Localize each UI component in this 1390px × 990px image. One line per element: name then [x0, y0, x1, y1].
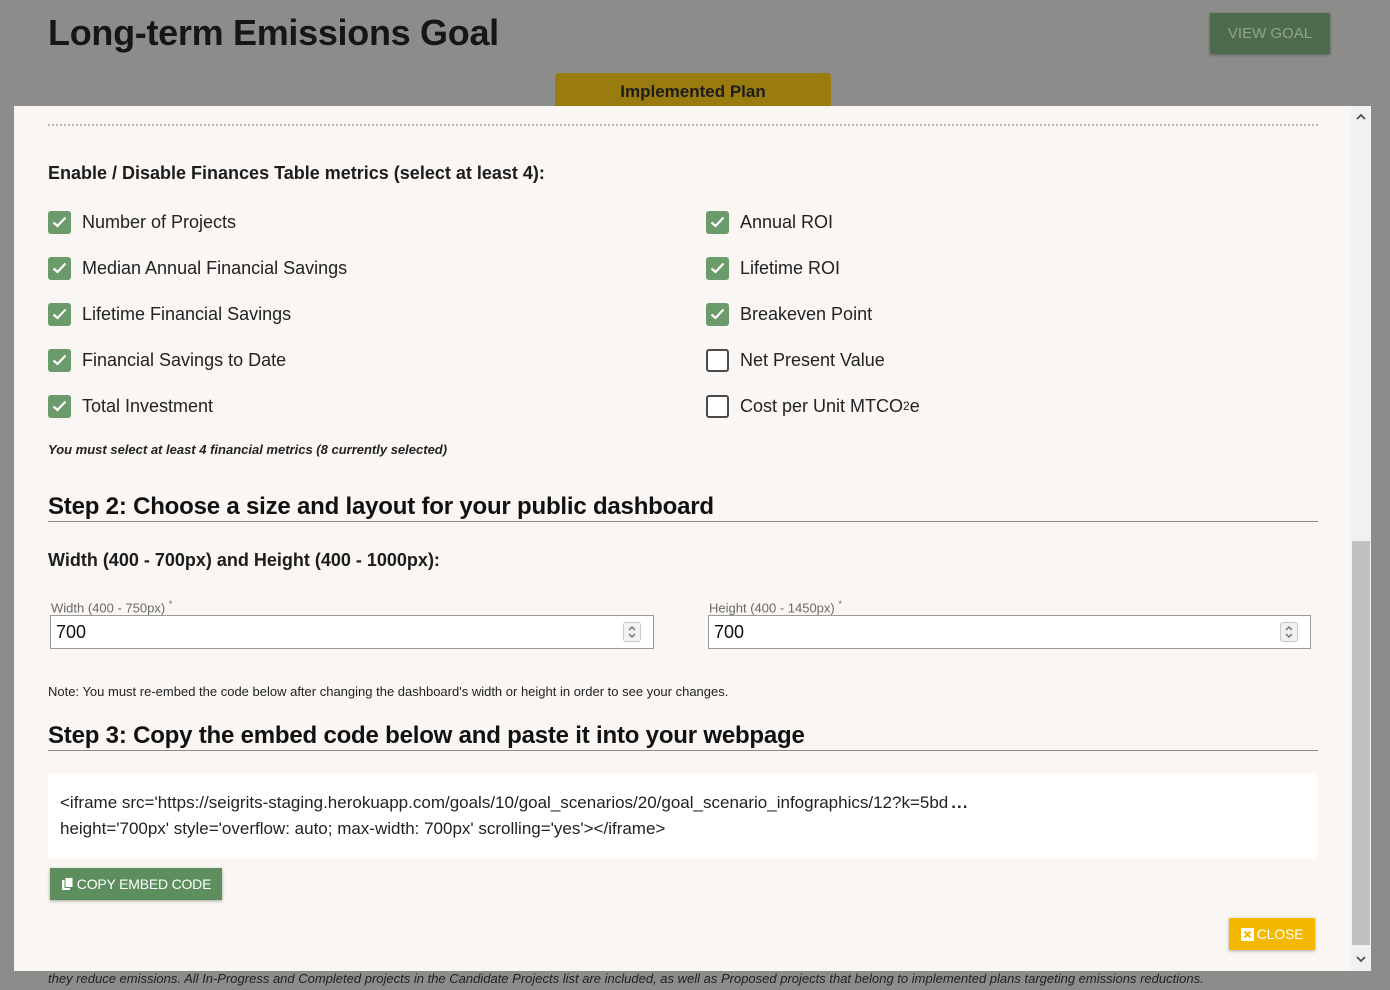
metric-label: Total Investment	[82, 395, 214, 416]
chevron-up-icon[interactable]	[1356, 113, 1366, 120]
embed-code-ellipsis: ...	[951, 793, 969, 812]
metric-label: Annual ROI	[740, 211, 834, 232]
chevron-down-icon[interactable]	[1356, 955, 1366, 963]
step2-heading: Step 2: Choose a size and layout for you…	[48, 493, 1318, 522]
embed-code-line-2: height='700px' style='overflow: auto; ma…	[60, 819, 666, 838]
metric-checkbox-item[interactable]: Lifetime Financial Savings	[48, 302, 291, 326]
scroll-up-arrow[interactable]	[1351, 108, 1371, 124]
check-icon	[52, 308, 67, 320]
metric-label: Breakeven Point	[740, 303, 873, 324]
embed-code-line-1: <iframe src='https://seigrits-staging.he…	[60, 790, 1306, 816]
checkbox[interactable]	[48, 348, 71, 372]
metric-label: Financial Savings to Date	[82, 349, 287, 370]
check-icon	[52, 354, 67, 366]
width-value: 700	[56, 621, 87, 642]
dotted-divider	[48, 124, 1318, 126]
metric-label-subscript: 2	[903, 399, 910, 413]
check-icon	[710, 308, 725, 320]
height-required-mark: *	[838, 599, 842, 609]
metric-label: Cost per Unit MTCO	[740, 395, 904, 416]
page-title: Long-term Emissions Goal	[48, 12, 499, 53]
metric-checkbox-item[interactable]: Cost per Unit MTCO 2 e	[706, 394, 920, 418]
metric-label: Net Present Value	[740, 349, 885, 370]
chevron-up-icon[interactable]	[1285, 626, 1293, 631]
close-button[interactable]: CLOSE	[1229, 918, 1315, 950]
copy-embed-code-button[interactable]: COPY EMBED CODE	[50, 868, 222, 900]
metrics-hint: You must select at least 4 financial met…	[48, 442, 448, 457]
chevron-up-icon[interactable]	[628, 626, 636, 631]
metric-checkbox-item[interactable]: Net Present Value	[706, 348, 885, 372]
scroll-thumb[interactable]	[1352, 541, 1370, 945]
check-icon	[52, 400, 67, 412]
checkbox[interactable]	[706, 302, 729, 326]
metric-checkbox-item[interactable]: Median Annual Financial Savings	[48, 256, 347, 280]
metric-label-suffix: e	[909, 395, 920, 416]
check-icon	[710, 262, 725, 274]
metric-label: Median Annual Financial Savings	[82, 257, 348, 278]
check-icon	[710, 216, 725, 228]
width-label-text: Width (400 - 750px)	[51, 600, 166, 616]
checkbox[interactable]	[48, 256, 71, 280]
width-input[interactable]: 700	[50, 615, 654, 649]
checkbox[interactable]	[706, 394, 729, 418]
scroll-down-arrow[interactable]	[1351, 951, 1371, 967]
height-input[interactable]: 700	[708, 615, 1311, 649]
metric-checkbox-item[interactable]: Lifetime ROI	[706, 256, 840, 280]
chevron-down-icon[interactable]	[628, 633, 636, 638]
close-button-label: CLOSE	[1256, 926, 1304, 942]
metric-checkbox-item[interactable]: Breakeven Point	[706, 302, 872, 326]
copy-icon	[61, 877, 74, 890]
step3-heading: Step 3: Copy the embed code below and pa…	[48, 722, 1318, 751]
width-field-label: Width (400 - 750px) *	[51, 599, 172, 615]
checkbox[interactable]	[706, 210, 729, 234]
checkbox[interactable]	[48, 210, 71, 234]
metric-checkbox-item[interactable]: Financial Savings to Date	[48, 348, 286, 372]
size-heading: Width (400 - 700px) and Height (400 - 10…	[48, 550, 440, 570]
checkbox[interactable]	[48, 302, 71, 326]
checkbox[interactable]	[706, 256, 729, 280]
background-footer-text: they reduce emissions. All In-Progress a…	[48, 971, 1204, 986]
checkbox[interactable]	[48, 394, 71, 418]
resize-note: Note: You must re-embed the code below a…	[48, 684, 729, 699]
height-field-label: Height (400 - 1450px) *	[709, 599, 842, 615]
view-goal-button[interactable]: VIEW GOAL	[1210, 13, 1330, 54]
height-stepper[interactable]	[1280, 622, 1298, 642]
height-label-text: Height (400 - 1450px)	[709, 600, 835, 616]
close-square-icon	[1240, 927, 1254, 941]
width-required-mark: *	[168, 599, 173, 609]
height-value: 700	[714, 621, 745, 642]
metric-label: Number of Projects	[82, 211, 237, 232]
embed-code-text-1: <iframe src='https://seigrits-staging.he…	[60, 793, 949, 812]
copy-button-label: COPY EMBED CODE	[76, 876, 212, 892]
checkbox[interactable]	[706, 348, 729, 372]
width-stepper[interactable]	[623, 622, 641, 642]
metric-checkbox-item[interactable]: Annual ROI	[706, 210, 833, 234]
check-icon	[52, 216, 67, 228]
embed-code-box[interactable]: <iframe src='https://seigrits-staging.he…	[48, 773, 1318, 859]
metric-checkbox-item[interactable]: Number of Projects	[48, 210, 236, 234]
modal-content: Enable / Disable Finances Table metrics …	[48, 106, 1318, 971]
metric-label: Lifetime Financial Savings	[82, 303, 292, 324]
metrics-heading: Enable / Disable Finances Table metrics …	[48, 163, 545, 183]
metric-checkbox-item[interactable]: Total Investment	[48, 394, 213, 418]
check-icon	[52, 262, 67, 274]
chevron-down-icon[interactable]	[1285, 633, 1293, 638]
embed-settings-modal: Enable / Disable Finances Table metrics …	[14, 106, 1371, 971]
metric-label: Lifetime ROI	[740, 257, 841, 278]
modal-scrollbar[interactable]	[1351, 106, 1371, 971]
